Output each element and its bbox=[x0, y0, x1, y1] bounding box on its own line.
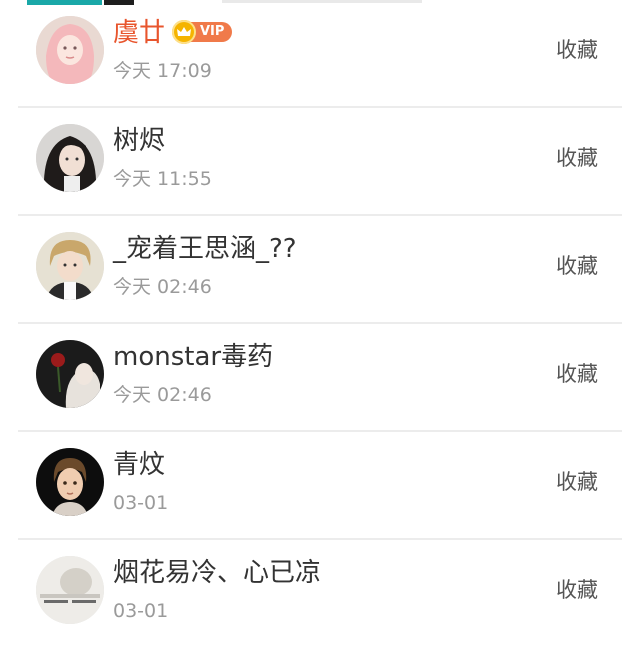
crown-icon bbox=[172, 20, 196, 44]
user-name: _宠着王思涵_?? bbox=[113, 234, 297, 264]
user-name: 青炆 bbox=[113, 450, 166, 480]
user-name: 树烬 bbox=[113, 126, 166, 156]
avatar[interactable] bbox=[36, 232, 104, 300]
avatar[interactable] bbox=[36, 124, 104, 192]
timestamp: 今天 02:46 bbox=[113, 384, 212, 406]
user-name: 虞廿 bbox=[113, 18, 166, 48]
list-item[interactable]: _宠着王思涵_?? 今天 02:46 收藏 bbox=[0, 216, 640, 324]
user-name: 烟花易冷、心已凉 bbox=[113, 558, 322, 588]
favorite-button[interactable]: 收藏 bbox=[556, 36, 598, 64]
avatar[interactable] bbox=[36, 556, 104, 624]
timestamp: 今天 17:09 bbox=[113, 60, 212, 82]
favorite-button[interactable]: 收藏 bbox=[556, 468, 598, 496]
timestamp: 今天 02:46 bbox=[113, 276, 212, 298]
favorite-button[interactable]: 收藏 bbox=[556, 144, 598, 172]
list-item[interactable]: 烟花易冷、心已凉 03-01 收藏 bbox=[0, 540, 640, 648]
vip-label: VIP bbox=[190, 22, 233, 42]
favorite-button[interactable]: 收藏 bbox=[556, 576, 598, 604]
timestamp: 03-01 bbox=[113, 600, 169, 622]
list-item[interactable]: monstar毒药 今天 02:46 收藏 bbox=[0, 324, 640, 432]
vip-badge: VIP bbox=[172, 20, 233, 44]
avatar[interactable] bbox=[36, 340, 104, 408]
list-item[interactable]: 虞廿 VIP 今天 17:09 收藏 bbox=[0, 0, 640, 108]
list-item[interactable]: 青炆 03-01 收藏 bbox=[0, 432, 640, 540]
timestamp: 今天 11:55 bbox=[113, 168, 212, 190]
avatar[interactable] bbox=[36, 16, 104, 84]
user-name: monstar毒药 bbox=[113, 342, 274, 372]
timestamp: 03-01 bbox=[113, 492, 169, 514]
favorite-button[interactable]: 收藏 bbox=[556, 360, 598, 388]
avatar[interactable] bbox=[36, 448, 104, 516]
list-item[interactable]: 树烬 今天 11:55 收藏 bbox=[0, 108, 640, 216]
favorite-button[interactable]: 收藏 bbox=[556, 252, 598, 280]
